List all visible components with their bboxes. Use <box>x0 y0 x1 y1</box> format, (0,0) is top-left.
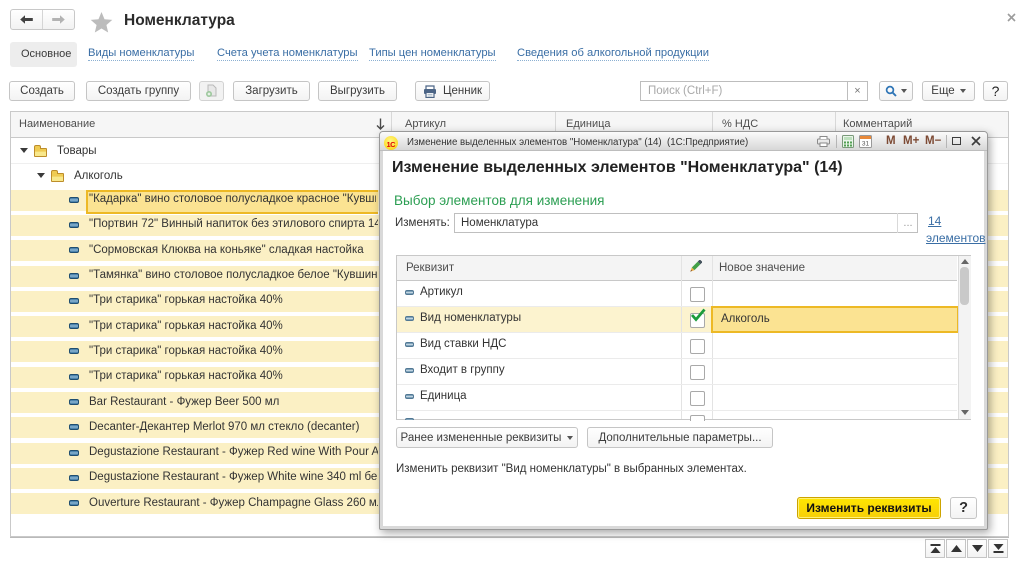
svg-text:31: 31 <box>862 141 870 148</box>
